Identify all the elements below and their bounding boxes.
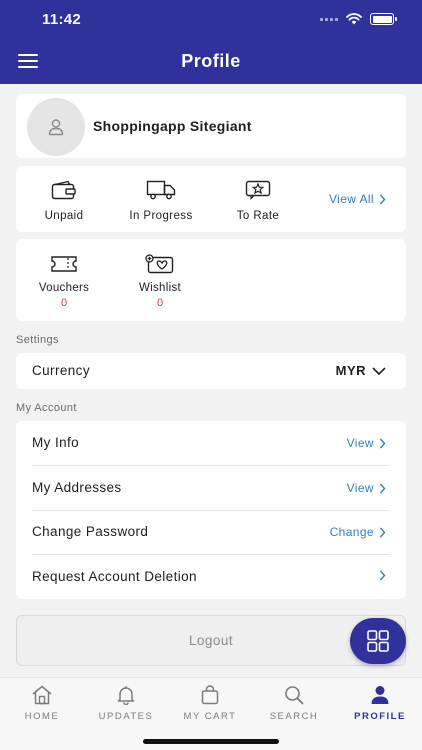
vouchers-item[interactable]: Vouchers 0	[24, 253, 104, 309]
cellular-signal-icon	[320, 17, 338, 21]
perks-card: Vouchers 0 Wishlist 0	[16, 239, 406, 321]
vouchers-label: Vouchers	[38, 282, 90, 294]
tab-updates-label: UPDATES	[98, 711, 154, 722]
status-bar: 11:42	[0, 0, 422, 40]
wishlist-heart-icon	[145, 254, 174, 274]
shopping-bag-icon	[201, 685, 219, 705]
wallet-icon	[51, 180, 76, 200]
currency-value: MYR	[336, 363, 386, 378]
my-info-action[interactable]: View	[347, 436, 386, 450]
orders-card: Unpaid In Progress To Rate View All	[16, 166, 406, 232]
tab-profile-label: PROFILE	[354, 711, 406, 722]
chevron-right-icon	[379, 483, 386, 493]
my-info-label: My Info	[32, 435, 80, 450]
app-header: Profile	[0, 40, 422, 84]
account-section-title: My Account	[16, 402, 77, 414]
chevron-right-icon	[379, 570, 386, 581]
request-account-deletion-row[interactable]: Request Account Deletion	[16, 555, 406, 599]
order-unpaid-label: Unpaid	[44, 210, 84, 222]
status-icons	[320, 13, 397, 25]
currency-selector[interactable]: Currency MYR	[16, 353, 406, 389]
vouchers-count: 0	[60, 297, 68, 309]
battery-icon	[370, 13, 397, 25]
order-unpaid[interactable]: Unpaid	[24, 178, 104, 222]
order-in-progress[interactable]: In Progress	[121, 178, 201, 222]
order-to-rate[interactable]: To Rate	[218, 178, 298, 222]
wishlist-label: Wishlist	[138, 282, 181, 294]
settings-section-title: Settings	[16, 334, 59, 346]
tab-search[interactable]: SEARCH	[252, 685, 336, 722]
tab-profile[interactable]: PROFILE	[338, 685, 422, 722]
my-addresses-action[interactable]: View	[347, 481, 386, 495]
tab-my-cart-label: MY CART	[183, 711, 237, 722]
page-title: Profile	[181, 51, 241, 71]
request-account-deletion-action[interactable]	[379, 570, 386, 581]
profile-icon	[371, 686, 389, 704]
profile-card[interactable]: Shoppingapp Sitegiant	[16, 94, 406, 158]
avatar	[27, 98, 85, 156]
change-password-action-label: Change	[329, 525, 374, 539]
chevron-right-icon	[379, 438, 386, 448]
order-in-progress-label: In Progress	[129, 210, 193, 222]
voucher-icon	[51, 256, 77, 272]
tab-home[interactable]: HOME	[0, 685, 84, 722]
request-account-deletion-label: Request Account Deletion	[32, 569, 197, 584]
delivery-truck-icon	[146, 180, 176, 200]
order-to-rate-label: To Rate	[236, 210, 280, 222]
tab-my-cart[interactable]: MY CART	[168, 685, 252, 722]
status-time: 11:42	[42, 11, 82, 28]
change-password-row[interactable]: Change Password Change	[16, 510, 406, 554]
view-all-label: View All	[328, 192, 374, 206]
profile-name: Shoppingapp Sitegiant	[93, 118, 252, 134]
my-addresses-label: My Addresses	[32, 480, 122, 495]
user-placeholder-icon	[48, 119, 64, 136]
home-icon	[32, 685, 52, 705]
wishlist-item[interactable]: Wishlist 0	[120, 253, 200, 309]
logout-button[interactable]: Logout	[16, 615, 406, 666]
grid-icon	[367, 630, 389, 652]
chevron-right-icon	[379, 527, 386, 537]
wishlist-count: 0	[156, 297, 164, 309]
my-info-row[interactable]: My Info View	[16, 421, 406, 465]
grid-menu-button[interactable]	[350, 618, 406, 664]
my-addresses-action-label: View	[346, 481, 374, 495]
star-rating-icon	[245, 180, 271, 200]
currency-code: MYR	[335, 363, 366, 378]
change-password-action[interactable]: Change	[330, 525, 386, 539]
wifi-icon	[346, 13, 362, 25]
my-info-action-label: View	[346, 436, 374, 450]
tab-updates[interactable]: UPDATES	[84, 685, 168, 722]
tab-search-label: SEARCH	[269, 711, 319, 722]
chevron-right-icon	[379, 194, 386, 204]
currency-label: Currency	[32, 363, 90, 378]
view-all-orders-link[interactable]: View All	[329, 192, 386, 206]
chevron-down-icon	[372, 366, 386, 375]
home-indicator	[143, 739, 279, 744]
bell-icon	[117, 686, 135, 705]
account-card: My Info View My Addresses View Change Pa…	[16, 421, 406, 599]
search-icon	[285, 686, 304, 705]
change-password-label: Change Password	[32, 524, 149, 539]
my-addresses-row[interactable]: My Addresses View	[16, 466, 406, 510]
tab-home-label: HOME	[24, 711, 60, 722]
